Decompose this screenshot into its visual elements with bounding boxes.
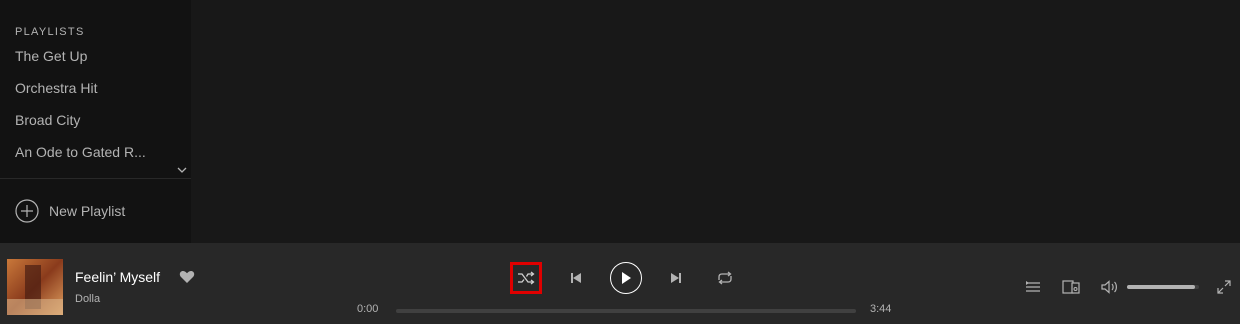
sidebar-divider bbox=[0, 178, 191, 179]
shuffle-icon bbox=[518, 271, 535, 285]
sidebar-item-playlist[interactable]: An Ode to Gated R... bbox=[15, 144, 165, 160]
fullscreen-icon bbox=[1217, 280, 1231, 294]
playlists-heading: PLAYLISTS bbox=[15, 26, 85, 38]
elapsed-time: 0:00 bbox=[357, 303, 379, 315]
chevron-down-icon[interactable] bbox=[176, 165, 188, 175]
next-icon bbox=[671, 273, 681, 283]
album-art-image bbox=[7, 259, 63, 315]
total-time: 3:44 bbox=[870, 303, 892, 315]
new-playlist-button[interactable]: New Playlist bbox=[15, 199, 125, 223]
volume-button[interactable] bbox=[1101, 279, 1119, 295]
album-art[interactable] bbox=[7, 259, 63, 315]
plus-circle-icon bbox=[15, 199, 39, 223]
sidebar-item-playlist[interactable]: The Get Up bbox=[15, 48, 165, 64]
volume-fill bbox=[1127, 285, 1196, 289]
repeat-button[interactable] bbox=[715, 268, 735, 288]
sidebar-item-playlist[interactable]: Orchestra Hit bbox=[15, 80, 165, 96]
main-content bbox=[191, 0, 1240, 243]
sidebar: PLAYLISTS The Get Up Orchestra Hit Broad… bbox=[0, 0, 191, 243]
now-playing-bar: Feelin’ Myself Dolla 0:00 3:44 bbox=[0, 243, 1240, 324]
new-playlist-label: New Playlist bbox=[49, 203, 126, 219]
repeat-icon bbox=[718, 271, 732, 285]
shuffle-button[interactable] bbox=[510, 262, 542, 294]
volume-icon bbox=[1101, 280, 1117, 294]
play-icon bbox=[622, 272, 631, 284]
previous-icon bbox=[571, 273, 581, 283]
devices-icon bbox=[1062, 280, 1080, 294]
devices-button[interactable] bbox=[1062, 279, 1080, 295]
previous-button[interactable] bbox=[566, 268, 586, 288]
queue-icon bbox=[1026, 281, 1040, 292]
heart-icon[interactable] bbox=[179, 270, 195, 284]
track-artist[interactable]: Dolla bbox=[75, 293, 100, 305]
track-title[interactable]: Feelin’ Myself bbox=[75, 269, 160, 285]
sidebar-item-playlist[interactable]: Broad City bbox=[15, 112, 165, 128]
next-button[interactable] bbox=[666, 268, 686, 288]
progress-bar[interactable] bbox=[396, 309, 856, 313]
fullscreen-button[interactable] bbox=[1215, 279, 1233, 295]
play-button[interactable] bbox=[610, 262, 642, 294]
volume-slider[interactable] bbox=[1127, 285, 1199, 289]
queue-button[interactable] bbox=[1024, 279, 1042, 295]
